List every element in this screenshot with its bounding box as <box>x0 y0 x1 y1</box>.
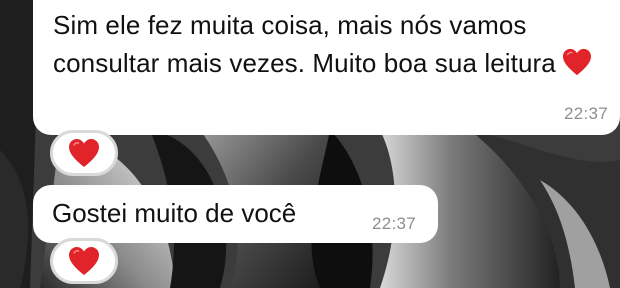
heart-icon <box>68 138 100 168</box>
message-text: Gostei muito de você <box>52 198 297 228</box>
message-text-content: Sim ele fez muita coisa, mais nós vamos … <box>53 10 556 78</box>
message-bubble[interactable]: Sim ele fez muita coisa, mais nós vamos … <box>33 0 620 135</box>
message-timestamp: 22:37 <box>371 214 416 233</box>
message-timestamp: 22:37 <box>563 104 608 123</box>
message-reaction[interactable] <box>50 238 118 284</box>
message-bubble[interactable]: Gostei muito de você 22:37 <box>33 185 438 243</box>
heart-icon <box>68 246 100 276</box>
message-text: Sim ele fez muita coisa, mais nós vamos … <box>53 6 606 82</box>
heart-icon <box>562 48 592 76</box>
message-reaction[interactable] <box>50 130 118 176</box>
